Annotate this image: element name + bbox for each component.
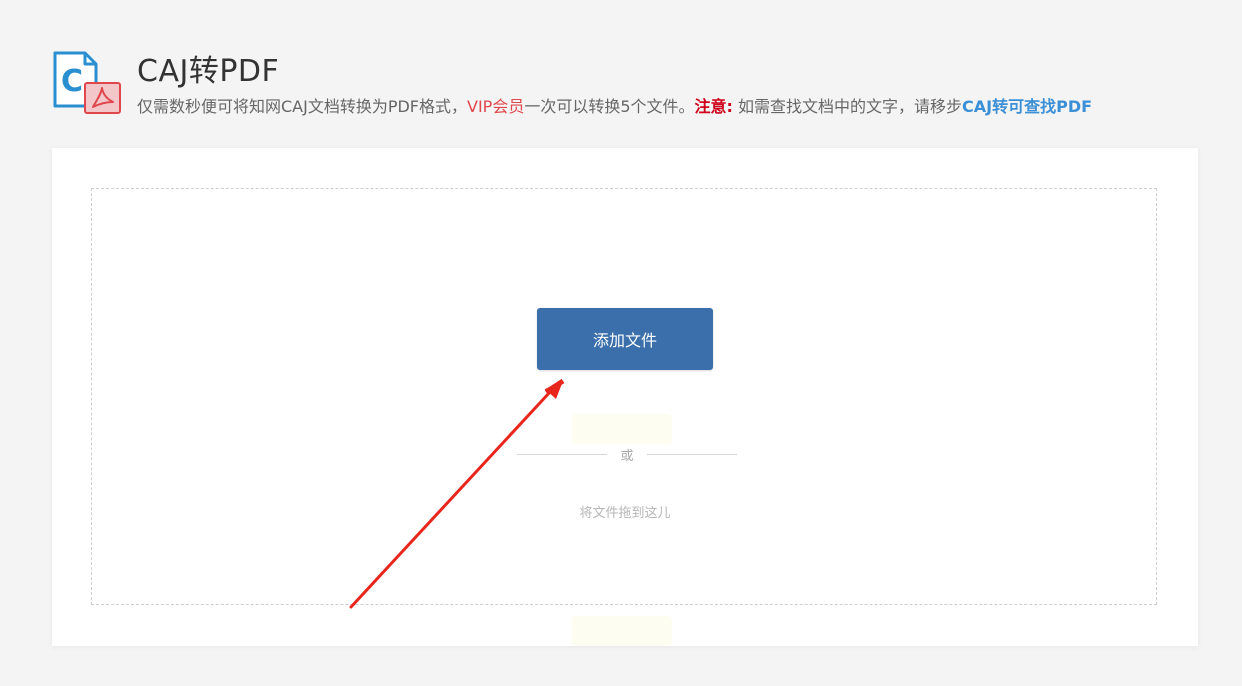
upload-card: 添加文件 或 将文件拖到这儿 <box>52 148 1198 646</box>
file-drop-zone[interactable]: 添加文件 或 将文件拖到这儿 <box>91 188 1157 605</box>
caj-to-pdf-logo-icon: C <box>52 50 122 116</box>
faint-highlight <box>572 616 672 646</box>
drag-hint-text: 将文件拖到这儿 <box>579 506 671 521</box>
page-subtitle: 仅需数秒便可将知网CAJ文档转换为PDF格式，VIP会员一次可以转换5个文件。注… <box>137 93 1092 117</box>
page-title: CAJ转PDF <box>137 54 280 89</box>
subtitle-text: 一次可以转换5个文件。 <box>524 97 695 116</box>
note-label: 注意: <box>694 97 733 116</box>
caj-to-searchable-pdf-link[interactable]: CAJ转可查找PDF <box>962 97 1092 116</box>
subtitle-text: 仅需数秒便可将知网CAJ文档转换为PDF格式， <box>137 97 468 116</box>
subtitle-text: 如需查找文档中的文字，请移步 <box>732 97 963 116</box>
divider-line <box>647 454 737 455</box>
or-divider: 或 <box>517 445 737 465</box>
vip-member-text: VIP会员 <box>467 97 525 116</box>
svg-text:C: C <box>61 64 83 99</box>
add-file-button[interactable]: 添加文件 <box>537 308 713 370</box>
page-header: C CAJ转PDF 仅需数秒便可将知网CAJ文档转换为PDF格式，VIP会员一次… <box>52 44 1202 124</box>
